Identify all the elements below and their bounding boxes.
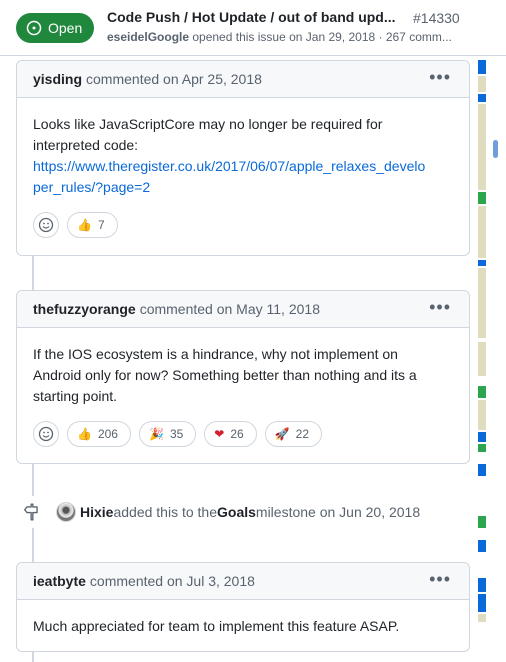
issue-state-label: Open <box>48 20 83 36</box>
minimap-mark <box>478 60 486 74</box>
issue-meta: eseidelGoogle opened this issue on Jan 2… <box>107 30 452 44</box>
milestone-event: Hixie added this to the Goals milestone … <box>16 496 420 528</box>
add-reaction-smiley-icon[interactable] <box>33 212 59 238</box>
minimap-mark <box>478 578 486 592</box>
comment-text: Much appreciated for team to implement t… <box>33 618 400 634</box>
comment-date[interactable]: commented on Jul 3, 2018 <box>90 573 255 589</box>
comment-author[interactable]: ieatbyte <box>33 573 86 589</box>
comment-header: thefuzzyorange commented on May 11, 2018… <box>17 291 469 328</box>
minimap-mark <box>478 94 486 102</box>
event-action: added this to the <box>113 504 217 520</box>
comment-text: Android only for now? Something better t… <box>33 367 417 383</box>
issue-number: #14330 <box>413 10 460 26</box>
minimap-mark <box>478 464 486 476</box>
comment-date[interactable]: commented on Apr 25, 2018 <box>86 71 262 87</box>
milestone-signpost-icon <box>16 496 48 528</box>
reaction-hooray[interactable]: 🎉 35 <box>138 421 197 447</box>
reaction-count: 26 <box>230 427 244 441</box>
comment-author[interactable]: yisding <box>33 71 82 87</box>
comment-author[interactable]: thefuzzyorange <box>33 301 136 317</box>
minimap-mark <box>478 104 486 190</box>
rocket-icon: 🚀 <box>274 427 290 441</box>
reaction-rocket[interactable]: 🚀 22 <box>264 421 323 447</box>
comment-header: ieatbyte commented on Jul 3, 2018 ••• <box>17 563 469 600</box>
reaction-count: 206 <box>97 427 118 441</box>
event-actor[interactable]: Hixie <box>80 504 113 520</box>
minimap-mark <box>478 192 486 204</box>
scrollbar-thumb[interactable] <box>493 140 498 158</box>
minimap-mark <box>478 76 486 92</box>
timeline-connector <box>32 652 34 662</box>
comment-body: Looks like JavaScriptCore may no longer … <box>17 98 469 208</box>
comment-text: interpreted code: <box>33 137 139 153</box>
issue-author-link[interactable]: eseidelGoogle <box>107 30 189 44</box>
more-options-icon[interactable]: ••• <box>429 570 451 588</box>
comment-card: thefuzzyorange commented on May 11, 2018… <box>16 290 470 464</box>
minimap-mark <box>478 444 486 452</box>
milestone-link[interactable]: Goals <box>217 504 256 520</box>
issue-title[interactable]: Code Push / Hot Update / out of band upd… <box>107 9 396 25</box>
minimap-mark <box>478 400 486 430</box>
comment-date[interactable]: commented on May 11, 2018 <box>140 301 320 317</box>
comment-body: If the IOS ecosystem is a hindrance, why… <box>17 328 469 417</box>
comment-body: Much appreciated for team to implement t… <box>17 600 469 647</box>
reaction-count: 7 <box>97 218 105 232</box>
minimap-mark <box>478 432 486 442</box>
reaction-count: 22 <box>295 427 310 441</box>
minimap-mark <box>478 614 486 622</box>
add-reaction-smiley-icon[interactable] <box>33 421 59 447</box>
comment-text: Looks like JavaScriptCore may no longer … <box>33 116 383 132</box>
minimap-mark <box>478 594 486 612</box>
issue-sticky-header: Open Code Push / Hot Update / out of ban… <box>0 0 506 56</box>
comment-link[interactable]: https://www.theregister.co.uk/2017/06/07… <box>33 158 425 174</box>
minimap-mark <box>478 540 486 552</box>
comment-text: If the IOS ecosystem is a hindrance, why… <box>33 346 398 362</box>
comment-text: starting point. <box>33 388 118 404</box>
minimap-mark <box>478 386 486 398</box>
thumbs-up-icon: 👍 <box>77 427 92 441</box>
reaction-count: 35 <box>169 427 184 441</box>
issue-open-icon <box>26 20 42 36</box>
comment-card: yisding commented on Apr 25, 2018 ••• Lo… <box>16 60 470 256</box>
comment-card: ieatbyte commented on Jul 3, 2018 ••• Mu… <box>16 562 470 652</box>
more-options-icon[interactable]: ••• <box>429 298 451 316</box>
thumbs-up-icon: 👍 <box>77 218 92 232</box>
reactions-bar: 👍 7 <box>17 208 469 254</box>
more-options-icon[interactable]: ••• <box>429 68 451 86</box>
issue-meta-text: opened this issue on Jan 29, 2018 · 267 … <box>189 30 452 44</box>
minimap-mark <box>478 206 486 258</box>
reaction-thumbs-up[interactable]: 👍 7 <box>67 212 118 238</box>
issue-state-badge: Open <box>16 13 95 43</box>
reaction-thumbs-up[interactable]: 👍 206 <box>67 421 131 447</box>
reactions-bar: 👍 206 🎉 35 ❤ 26 🚀 22 <box>17 417 469 463</box>
avatar[interactable] <box>56 502 76 522</box>
timeline-connector <box>32 256 34 290</box>
comment-header: yisding commented on Apr 25, 2018 ••• <box>17 61 469 98</box>
minimap-mark <box>478 516 486 528</box>
hooray-icon: 🎉 <box>148 427 164 441</box>
comment-link[interactable]: per_rules/?page=2 <box>33 179 150 195</box>
heart-icon: ❤ <box>214 427 225 441</box>
event-suffix[interactable]: milestone on Jun 20, 2018 <box>256 504 420 520</box>
minimap-mark <box>478 260 486 266</box>
reaction-heart[interactable]: ❤ 26 <box>204 421 257 447</box>
minimap-mark <box>478 342 486 376</box>
minimap-mark <box>478 268 486 338</box>
